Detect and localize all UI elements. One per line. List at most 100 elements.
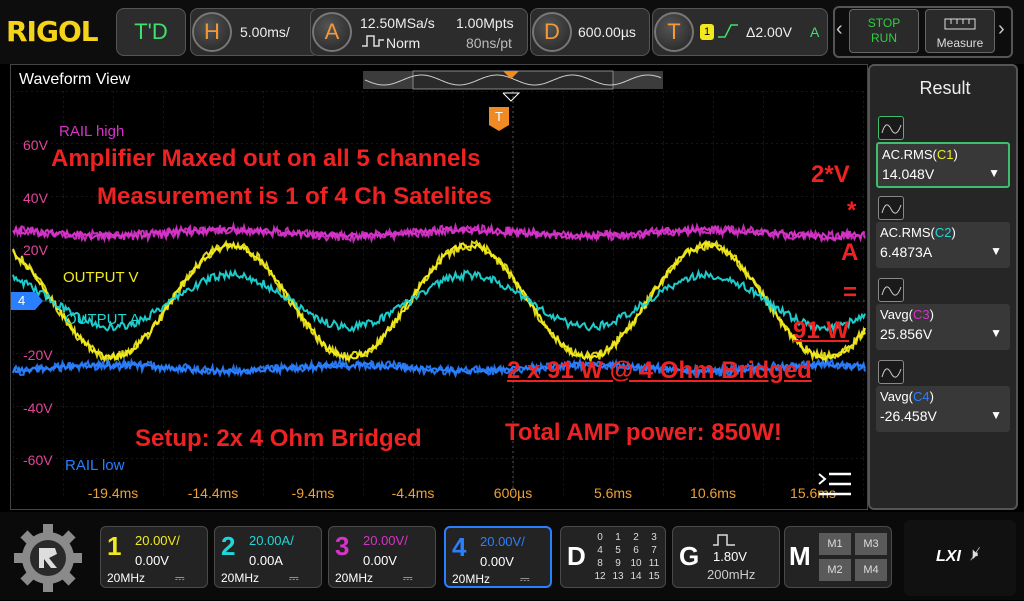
rigol-logo: RIGOL [6, 14, 112, 50]
generator-label: G [679, 541, 699, 572]
generator-panel[interactable]: G 1.80V 200mHz [672, 526, 780, 588]
result-item-2[interactable]: AC.RMS(C2) 6.4873A ▼ [876, 222, 1010, 268]
acq-mode-icon [362, 34, 384, 51]
annotation-formula3: A [841, 239, 858, 267]
measure-icon[interactable] [878, 116, 904, 140]
annotation-result: 91 W [793, 317, 849, 345]
result-item-3[interactable]: Vavg(C3) 25.856V ▼ [876, 304, 1010, 350]
result-label: Vavg(C4) [880, 389, 934, 404]
channel-bandwidth: 20MHz [452, 572, 490, 586]
math-panel[interactable]: M M1 M3 M2 M4 [784, 526, 892, 588]
measure-button[interactable]: Measure [925, 9, 995, 53]
trigger-badge[interactable]: T [654, 12, 694, 52]
digital-panel[interactable]: D 0123 4567 8 9 10 11 12 13 14 15 [560, 526, 666, 588]
annotation-formula4: = [843, 279, 857, 307]
trigger-mode: A [810, 24, 819, 40]
generator-amplitude: 1.80V [713, 549, 747, 564]
x-label: 600µs [494, 485, 532, 501]
bottom-bar: 1 20.00V/ 0.00V 20MHz ⎓ 2 20.00A/ 0.00A … [0, 512, 1024, 600]
channel-scale: 20.00V/ [135, 533, 180, 548]
annotation-bridged: 2 x 91 W @ 4 Ohm Bridged [507, 357, 812, 385]
acq-mode: Norm [386, 35, 420, 51]
output-v-label: OUTPUT V [63, 269, 139, 286]
result-value: 6.4873A [880, 244, 932, 260]
rail-low-label: RAIL low [65, 457, 124, 474]
nav-left-icon[interactable]: ‹ [836, 18, 843, 41]
memory-depth: 1.00Mpts [456, 15, 514, 31]
math-m4[interactable]: M4 [855, 559, 887, 581]
nav-right-icon[interactable]: › [998, 18, 1005, 41]
lxi-panel[interactable]: LXI 🕨̸ [904, 520, 1016, 596]
x-label: -9.4ms [292, 485, 335, 501]
result-value: 25.856V [880, 326, 932, 342]
channel-offset: 0.00V [363, 553, 397, 568]
trigger-source-badge: 1 [700, 24, 714, 40]
math-label: M [789, 541, 811, 572]
ruler-icon [944, 16, 976, 32]
measure-icon[interactable] [878, 278, 904, 302]
measure-icon[interactable] [878, 196, 904, 220]
waveform-view[interactable]: Waveform View T 4 60V 40V 20V -20V -40V … [10, 64, 868, 510]
result-label: AC.RMS(C1) [882, 147, 958, 162]
acquire-badge[interactable]: A [312, 12, 352, 52]
coupling-icon: ⎓ [520, 572, 530, 587]
speaker-muted-icon[interactable]: 🕨̸ [968, 546, 978, 564]
horizontal-badge[interactable]: H [192, 12, 232, 52]
square-wave-icon [713, 533, 735, 547]
digital-channel-grid: 0123 4567 8 9 10 11 12 13 14 15 [591, 531, 663, 583]
result-item-4[interactable]: Vavg(C4) -26.458V ▼ [876, 386, 1010, 432]
chevron-down-icon[interactable]: ▼ [990, 408, 1002, 422]
delay-badge[interactable]: D [532, 12, 572, 52]
x-label: -19.4ms [88, 485, 139, 501]
y-label-40: 40V [23, 190, 48, 206]
chevron-down-icon[interactable]: ▼ [990, 326, 1002, 340]
channel-offset: 0.00V [480, 554, 514, 569]
channel1-panel[interactable]: 1 20.00V/ 0.00V 20MHz ⎓ [100, 526, 208, 588]
coupling-icon: ⎓ [289, 571, 299, 586]
annotation-line2: Measurement is 1 of 4 Ch Satelites [97, 183, 492, 211]
y-label-neg60: -60V [23, 452, 53, 468]
channel2-panel[interactable]: 2 20.00A/ 0.00A 20MHz ⎓ [214, 526, 322, 588]
annotation-formula2: * [847, 197, 856, 225]
math-m3[interactable]: M3 [855, 533, 887, 555]
x-label: -14.4ms [188, 485, 239, 501]
result-panel: Result AC.RMS(C1) 14.048V ▼ AC.RMS(C2) 6… [868, 64, 1018, 510]
y-label-neg40: -40V [23, 400, 53, 416]
channel-bandwidth: 20MHz [221, 571, 259, 585]
y-label-20: 20V [23, 242, 48, 258]
coupling-icon: ⎓ [175, 571, 185, 586]
sample-interval: 80ns/pt [466, 35, 512, 51]
x-label: 10.6ms [690, 485, 736, 501]
chevron-down-icon[interactable]: ▼ [988, 166, 1000, 180]
y-label-neg20: -20V [23, 347, 53, 363]
digital-label: D [567, 541, 586, 572]
trigger-level: Δ2.00V [746, 24, 792, 40]
channel-scale: 20.00A/ [249, 533, 294, 548]
td-button[interactable]: T'D [116, 8, 186, 56]
measure-icon[interactable] [878, 360, 904, 384]
channel3-panel[interactable]: 3 20.00V/ 0.00V 20MHz ⎓ [328, 526, 436, 588]
channel4-panel[interactable]: 4 20.00V/ 0.00V 20MHz ⎓ [444, 526, 552, 588]
gear-icon[interactable] [10, 520, 86, 596]
annotation-total: Total AMP power: 850W! [505, 419, 782, 447]
annotation-formula1: 2*V [811, 161, 850, 189]
chevron-down-icon[interactable]: ▼ [990, 244, 1002, 258]
run-stop-line2: RUN [850, 31, 918, 46]
math-m2[interactable]: M2 [819, 559, 851, 581]
result-label: Vavg(C3) [880, 307, 934, 322]
channel-bandwidth: 20MHz [107, 571, 145, 585]
result-label: AC.RMS(C2) [880, 225, 956, 240]
x-label: -4.4ms [392, 485, 435, 501]
run-stop-button[interactable]: STOP RUN [849, 9, 919, 53]
result-value: 14.048V [882, 166, 934, 182]
math-m1[interactable]: M1 [819, 533, 851, 555]
result-item-1[interactable]: AC.RMS(C1) 14.048V ▼ [876, 142, 1010, 188]
waveform-title: Waveform View [19, 71, 130, 89]
trigger-edge-icon [718, 22, 738, 43]
x-label: 5.6ms [594, 485, 632, 501]
coupling-icon: ⎓ [403, 571, 413, 586]
timebase-value: 5.00ms/ [240, 24, 290, 40]
generator-frequency: 200mHz [707, 567, 755, 582]
annotation-line1: Amplifier Maxed out on all 5 channels [51, 145, 480, 173]
lxi-label: LXI [936, 548, 961, 566]
